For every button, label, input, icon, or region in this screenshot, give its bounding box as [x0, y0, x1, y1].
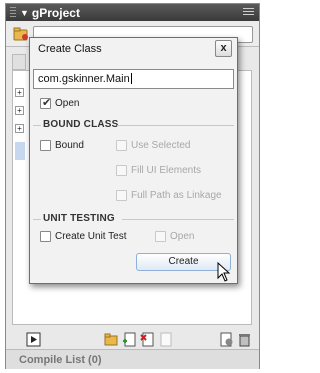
fill-ui-elements-label: Fill UI Elements [131, 165, 202, 176]
unit-testing-heading: UNIT TESTING [43, 213, 115, 224]
bound-checkbox[interactable] [40, 140, 51, 151]
tree-expand-icon[interactable]: + [15, 124, 24, 133]
use-selected-checkbox[interactable] [116, 140, 127, 151]
class-name-value: com.gskinner.Main [38, 73, 130, 85]
dialog-title: Create Class [38, 43, 102, 55]
bound-label: Bound [55, 140, 84, 151]
bottom-toolbar [12, 330, 254, 350]
compile-list-bar[interactable]: Compile List (0) [6, 349, 259, 369]
unit-test-open-label: Open [170, 231, 195, 242]
section-divider [33, 125, 41, 126]
unit-test-open-checkbox[interactable] [155, 231, 166, 242]
panel-menu-icon[interactable] [243, 8, 254, 17]
collapse-arrow-icon[interactable]: ▼ [20, 8, 29, 18]
add-file-icon[interactable] [122, 332, 137, 347]
drag-grip-icon[interactable] [10, 7, 16, 18]
project-icon [13, 27, 28, 41]
create-button-label: Create [168, 256, 199, 267]
trash-icon[interactable] [237, 332, 252, 347]
document-icon[interactable] [158, 332, 173, 347]
fill-ui-elements-checkbox[interactable] [116, 165, 127, 176]
section-divider [122, 219, 234, 220]
play-icon[interactable] [26, 332, 41, 347]
remove-file-icon[interactable] [140, 332, 155, 347]
section-divider [33, 219, 41, 220]
tree-selected-row[interactable] [15, 142, 25, 160]
section-divider [117, 125, 234, 126]
open-checkbox[interactable] [40, 96, 51, 109]
panel-title: gProject [31, 5, 80, 20]
text-caret [130, 73, 132, 84]
close-button[interactable]: x [215, 40, 232, 57]
compile-list-label: Compile List (0) [19, 354, 102, 366]
create-unit-test-label: Create Unit Test [55, 231, 127, 242]
add-folder-icon[interactable] [104, 332, 119, 347]
full-path-linkage-checkbox[interactable] [116, 190, 127, 201]
create-unit-test-checkbox[interactable] [40, 231, 51, 242]
tree-expand-icon[interactable]: + [15, 106, 24, 115]
panel-titlebar[interactable]: ▼ gProject [6, 4, 259, 21]
settings-file-icon[interactable] [219, 332, 234, 347]
mouse-cursor-icon [217, 262, 231, 282]
tree-column-header [12, 54, 26, 70]
tree-expand-icon[interactable]: + [15, 88, 24, 97]
full-path-linkage-label: Full Path as Linkage [131, 190, 222, 201]
create-class-dialog: Create Class x com.gskinner.Main Open BO… [29, 37, 238, 284]
open-label: Open [55, 98, 80, 109]
bound-class-heading: BOUND CLASS [43, 119, 119, 130]
class-name-input[interactable]: com.gskinner.Main [33, 69, 234, 89]
close-icon: x [220, 42, 227, 54]
use-selected-label: Use Selected [131, 140, 191, 151]
